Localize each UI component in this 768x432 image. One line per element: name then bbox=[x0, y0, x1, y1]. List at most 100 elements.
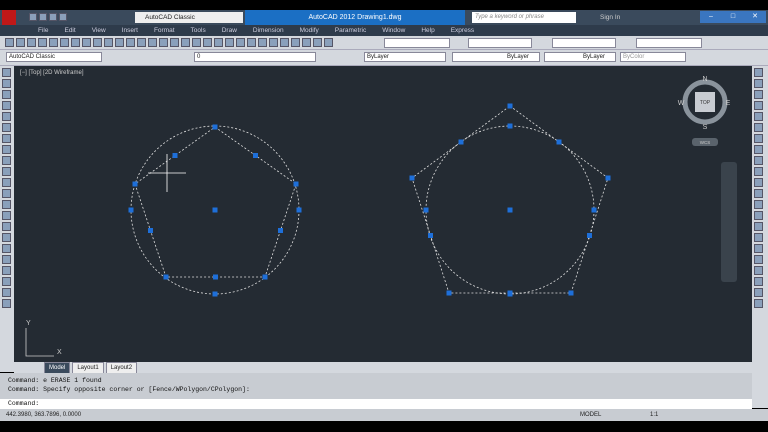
grip[interactable] bbox=[163, 274, 169, 280]
tool-icon[interactable] bbox=[754, 178, 763, 187]
grip[interactable] bbox=[458, 139, 464, 145]
tool-icon[interactable] bbox=[2, 255, 11, 264]
workspace-select[interactable]: AutoCAD Classic bbox=[6, 52, 102, 62]
tool-icon[interactable] bbox=[2, 222, 11, 231]
grip[interactable] bbox=[591, 207, 597, 213]
toolbar-tool-icon[interactable] bbox=[236, 38, 245, 47]
linetype-dropdown[interactable]: ByLayer bbox=[452, 52, 540, 62]
tool-icon[interactable] bbox=[754, 68, 763, 77]
maximize-button[interactable]: □ bbox=[722, 11, 744, 23]
grip[interactable] bbox=[212, 291, 218, 297]
tool-icon[interactable] bbox=[754, 90, 763, 99]
tool-icon[interactable] bbox=[754, 288, 763, 297]
tool-icon[interactable] bbox=[2, 211, 11, 220]
tool-icon[interactable] bbox=[754, 222, 763, 231]
tool-icon[interactable] bbox=[754, 167, 763, 176]
layer-dropdown[interactable]: 0 bbox=[194, 52, 316, 62]
menu-modify[interactable]: Modify bbox=[292, 25, 327, 36]
grip[interactable] bbox=[556, 139, 562, 145]
tab-layout2[interactable]: Layout2 bbox=[105, 361, 138, 374]
open-icon[interactable] bbox=[39, 13, 47, 21]
toolbar-tool-icon[interactable] bbox=[291, 38, 300, 47]
grip[interactable] bbox=[172, 153, 178, 158]
tool-icon[interactable] bbox=[2, 299, 11, 308]
tool-icon[interactable] bbox=[2, 167, 11, 176]
print-icon[interactable] bbox=[59, 13, 67, 21]
toolbar-tool-icon[interactable] bbox=[104, 38, 113, 47]
grip[interactable] bbox=[568, 290, 574, 296]
table-style-dropdown[interactable] bbox=[552, 38, 616, 48]
minimize-button[interactable]: – bbox=[700, 11, 722, 23]
menu-file[interactable]: File bbox=[30, 25, 56, 36]
circumscribed-pentagon[interactable] bbox=[411, 105, 609, 294]
menu-express[interactable]: Express bbox=[443, 25, 482, 36]
grip[interactable] bbox=[262, 274, 268, 280]
grip[interactable] bbox=[212, 124, 218, 130]
grip[interactable] bbox=[128, 207, 134, 213]
toolbar-tool-icon[interactable] bbox=[27, 38, 36, 47]
toolbar-tool-icon[interactable] bbox=[115, 38, 124, 47]
grip[interactable] bbox=[132, 181, 138, 187]
model-toggle[interactable]: MODEL bbox=[580, 409, 601, 421]
toolbar-tool-icon[interactable] bbox=[82, 38, 91, 47]
compass-s[interactable]: S bbox=[703, 124, 708, 131]
grip[interactable] bbox=[507, 207, 513, 213]
toolbar-tool-icon[interactable] bbox=[302, 38, 311, 47]
toolbar-tool-icon[interactable] bbox=[170, 38, 179, 47]
tool-icon[interactable] bbox=[2, 266, 11, 275]
grip[interactable] bbox=[213, 274, 218, 280]
tool-icon[interactable] bbox=[2, 145, 11, 154]
toolbar-tool-icon[interactable] bbox=[225, 38, 234, 47]
tool-icon[interactable] bbox=[754, 79, 763, 88]
command-input[interactable]: Command: bbox=[0, 399, 752, 409]
grip[interactable] bbox=[428, 233, 433, 238]
tool-icon[interactable] bbox=[2, 156, 11, 165]
grip[interactable] bbox=[507, 103, 513, 109]
viewcube[interactable]: TOP N S E W WCS bbox=[678, 76, 731, 146]
grip[interactable] bbox=[446, 290, 452, 296]
toolbar-tool-icon[interactable] bbox=[5, 38, 14, 47]
tool-icon[interactable] bbox=[754, 134, 763, 143]
grip[interactable] bbox=[278, 228, 283, 233]
tool-icon[interactable] bbox=[2, 288, 11, 297]
grip[interactable] bbox=[148, 228, 153, 233]
wcs-menu[interactable]: WCS bbox=[700, 140, 711, 145]
new-icon[interactable] bbox=[29, 13, 37, 21]
tool-icon[interactable] bbox=[2, 79, 11, 88]
grip[interactable] bbox=[587, 233, 592, 238]
toolbar-tool-icon[interactable] bbox=[137, 38, 146, 47]
toolbar-tool-icon[interactable] bbox=[93, 38, 102, 47]
tool-icon[interactable] bbox=[2, 112, 11, 121]
menu-format[interactable]: Format bbox=[146, 25, 183, 36]
annotation-scale[interactable]: 1:1 bbox=[650, 409, 658, 421]
menu-window[interactable]: Window bbox=[374, 25, 413, 36]
toolbar-tool-icon[interactable] bbox=[159, 38, 168, 47]
toolbar-tool-icon[interactable] bbox=[71, 38, 80, 47]
grip[interactable] bbox=[605, 175, 611, 181]
tool-icon[interactable] bbox=[754, 299, 763, 308]
tool-icon[interactable] bbox=[2, 101, 11, 110]
tool-icon[interactable] bbox=[754, 156, 763, 165]
tool-icon[interactable] bbox=[2, 233, 11, 242]
navigation-bar[interactable] bbox=[721, 162, 737, 282]
toolbar-tool-icon[interactable] bbox=[269, 38, 278, 47]
tool-icon[interactable] bbox=[754, 200, 763, 209]
toolbar-tool-icon[interactable] bbox=[313, 38, 322, 47]
tool-icon[interactable] bbox=[754, 266, 763, 275]
tool-icon[interactable] bbox=[754, 123, 763, 132]
drawing-svg[interactable]: Y X TOP N S E W WCS bbox=[14, 66, 752, 362]
tool-icon[interactable] bbox=[2, 178, 11, 187]
menu-parametric[interactable]: Parametric bbox=[327, 25, 374, 36]
tool-icon[interactable] bbox=[754, 211, 763, 220]
dim-style-dropdown[interactable] bbox=[468, 38, 532, 48]
toolbar-tool-icon[interactable] bbox=[324, 38, 333, 47]
close-button[interactable]: ✕ bbox=[744, 11, 766, 23]
workspace-dropdown[interactable]: AutoCAD Classic bbox=[135, 12, 243, 23]
menu-edit[interactable]: Edit bbox=[56, 25, 83, 36]
viewport-controls[interactable]: [−] [Top] [2D Wireframe] bbox=[20, 70, 84, 76]
toolbar-tool-icon[interactable] bbox=[181, 38, 190, 47]
toolbar-tool-icon[interactable] bbox=[280, 38, 289, 47]
toolbar-tool-icon[interactable] bbox=[49, 38, 58, 47]
toolbar-tool-icon[interactable] bbox=[16, 38, 25, 47]
compass-n[interactable]: N bbox=[702, 76, 707, 83]
